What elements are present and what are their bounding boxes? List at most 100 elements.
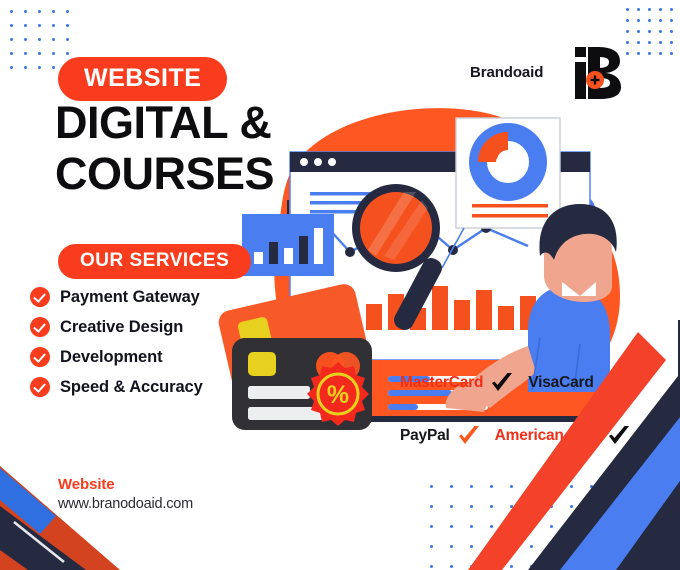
dot [38, 24, 41, 27]
dot [24, 38, 27, 41]
dot [52, 52, 55, 55]
dot [648, 19, 651, 22]
dot [38, 52, 41, 55]
list-item: Creative Design [30, 312, 203, 342]
dot [450, 545, 453, 548]
dot [659, 41, 662, 44]
dot [66, 52, 69, 55]
dot [38, 38, 41, 41]
payment-method-visacard: VisaCard [528, 372, 624, 394]
dot [659, 52, 662, 55]
payment-methods-row-2: PayPal American Exp. [400, 425, 645, 447]
dot [10, 10, 13, 13]
dot [430, 485, 433, 488]
checkmark-icon [608, 426, 629, 444]
dot [38, 66, 41, 69]
dot [38, 10, 41, 13]
dot [510, 565, 513, 568]
dot [470, 565, 473, 568]
brand-name: Brandoaid [470, 64, 544, 81]
dot [590, 545, 593, 548]
card-chip [248, 352, 276, 376]
dot [24, 66, 27, 69]
checkmark-icon [492, 373, 513, 391]
dot [450, 485, 453, 488]
dot [470, 485, 473, 488]
dot [637, 41, 640, 44]
dot [530, 485, 533, 488]
dot [648, 30, 651, 33]
dot [637, 19, 640, 22]
website-badge: WEBSITE [58, 57, 228, 101]
check-circle-icon [30, 347, 50, 367]
dot [450, 505, 453, 508]
dot [570, 485, 573, 488]
dot [450, 525, 453, 528]
services-list: Payment Gateway Creative Design Developm… [30, 282, 203, 402]
dot [490, 485, 493, 488]
dot [550, 485, 553, 488]
dot [510, 505, 513, 508]
dot [430, 565, 433, 568]
page-title: DIGITAL & COURSES [55, 97, 355, 200]
dot [626, 19, 629, 22]
dot [670, 19, 673, 22]
dot [52, 66, 55, 69]
dot [530, 505, 533, 508]
dot [550, 545, 553, 548]
dot [66, 24, 69, 27]
dot [430, 525, 433, 528]
check-circle-icon [30, 317, 50, 337]
service-label: Payment Gateway [60, 287, 200, 306]
our-services-badge: OUR SERVICES [58, 244, 252, 279]
dot [10, 24, 13, 27]
dot [670, 41, 673, 44]
dot-grid-top-left [10, 10, 69, 69]
checkmark-icon [602, 373, 623, 391]
dot [510, 485, 513, 488]
check-circle-icon [30, 377, 50, 397]
dot [670, 52, 673, 55]
dot [590, 485, 593, 488]
dot [659, 30, 662, 33]
dot [24, 10, 27, 13]
credit-cards-illustration: % [218, 284, 372, 430]
dot [637, 30, 640, 33]
dot [52, 24, 55, 27]
dot [590, 565, 593, 568]
dot [570, 505, 573, 508]
dot [470, 525, 473, 528]
dot [24, 52, 27, 55]
headline-line-2: COURSES [55, 147, 275, 199]
footer-website-block: Website www.branodoaid.com [58, 476, 193, 512]
dot [637, 8, 640, 11]
dot [550, 525, 553, 528]
poster-canvas: % WEBSITE DIGITAL & COURSES Brandoaid OU… [0, 0, 680, 570]
dot [570, 565, 573, 568]
dot [66, 10, 69, 13]
dot [626, 41, 629, 44]
dot [430, 505, 433, 508]
list-item: Payment Gateway [30, 282, 203, 312]
payment-methods-row-1: MasterCard VisaCard [400, 372, 639, 394]
brand-logo-icon [575, 47, 621, 99]
dot [626, 52, 629, 55]
website-url: www.branodoaid.com [58, 496, 194, 512]
headline-line-1: DIGITAL & [55, 97, 272, 148]
dot [648, 41, 651, 44]
dot [470, 505, 473, 508]
dot [10, 52, 13, 55]
dot [550, 565, 553, 568]
dot [52, 10, 55, 13]
payment-method-mastercard: MasterCard [400, 372, 514, 394]
discount-symbol: % [327, 381, 349, 409]
service-label: Speed & Accuracy [60, 377, 203, 396]
dot [510, 545, 513, 548]
dot [450, 565, 453, 568]
dot [530, 525, 533, 528]
dot [648, 8, 651, 11]
payment-label: VisaCard [528, 374, 594, 391]
dot-grid-top-right [626, 8, 673, 55]
service-label: Creative Design [60, 317, 184, 336]
dot [490, 525, 493, 528]
